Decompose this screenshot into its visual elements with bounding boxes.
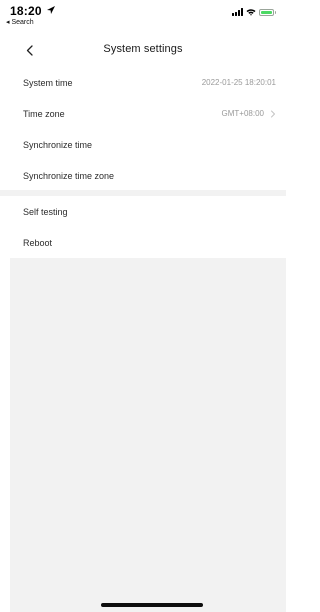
- chevron-right-icon: [271, 110, 275, 117]
- settings-group-device: Self testing Reboot: [0, 196, 286, 258]
- row-value: GMT+08:00: [221, 109, 264, 118]
- row-label: Synchronize time: [23, 139, 93, 150]
- navigation-bar: System settings: [0, 36, 286, 64]
- empty-content-area: [10, 258, 286, 612]
- status-icons: [232, 6, 276, 18]
- status-time: 18:20: [10, 4, 42, 18]
- row-system-time[interactable]: System time 2022-01-25 18:20:01: [0, 67, 286, 98]
- row-synchronize-time[interactable]: Synchronize time: [0, 129, 286, 160]
- wifi-icon: [246, 9, 256, 16]
- row-label: Reboot: [23, 237, 53, 248]
- location-arrow-icon: [47, 6, 55, 14]
- system-settings-screen: 18:20 ◂ Search System settings System ti…: [0, 0, 286, 612]
- settings-group-time: System time 2022-01-25 18:20:01 Time zon…: [0, 67, 286, 191]
- home-indicator[interactable]: [101, 603, 203, 607]
- row-label: Time zone: [23, 108, 65, 119]
- status-bar: 18:20 ◂ Search: [0, 0, 286, 32]
- cellular-signal-icon: [232, 8, 243, 16]
- row-synchronize-time-zone[interactable]: Synchronize time zone: [0, 160, 286, 191]
- row-value: 2022-01-25 18:20:01: [201, 78, 276, 87]
- back-to-search-link[interactable]: ◂ Search: [6, 18, 34, 26]
- battery-charging-icon: [259, 8, 276, 16]
- row-self-testing[interactable]: Self testing: [0, 196, 286, 227]
- row-label: Self testing: [23, 206, 68, 217]
- page-title: System settings: [103, 43, 183, 55]
- row-label: Synchronize time zone: [23, 170, 115, 181]
- row-label: System time: [23, 77, 73, 88]
- row-reboot[interactable]: Reboot: [0, 227, 286, 258]
- row-time-zone[interactable]: Time zone GMT+08:00: [0, 98, 286, 129]
